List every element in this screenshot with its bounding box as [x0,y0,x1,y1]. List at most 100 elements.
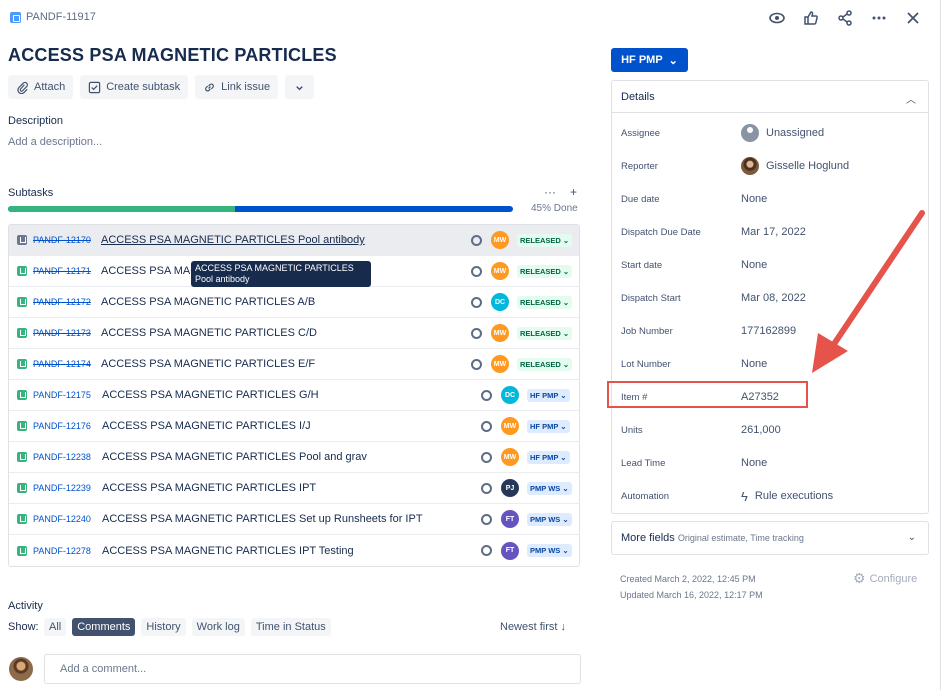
subtask-key[interactable]: PANDF-12240 [33,514,91,524]
field-label: Lot Number [621,358,671,370]
field-value[interactable]: Mar 17, 2022 [741,226,806,238]
status-lozenge[interactable]: RELEASED ⌄ [517,357,573,371]
table-row[interactable]: PANDF-12238 ACCESS PSA MAGNETIC PARTICLES… [9,442,579,473]
subtask-summary[interactable]: ACCESS PSA MAGNETIC PARTICLES IPT [102,482,316,494]
field-value[interactable]: Gisselle Hoglund [741,157,849,175]
more-icon[interactable] [869,8,889,28]
subtask-summary[interactable]: ACCESS PSA MAGNETIC PARTICLES C/D [101,327,317,339]
chevron-up-icon[interactable]: ︿ [906,91,916,106]
create-subtask-button[interactable]: Create subtask [80,75,189,99]
assignee-avatar[interactable]: DC [501,386,519,404]
subtask-summary[interactable]: ACCESS PSA MAGNETIC PARTICLES Pool antib… [101,234,365,246]
subtask-key[interactable]: PANDF-12172 [33,297,91,307]
status-lozenge[interactable]: RELEASED ⌄ [517,233,573,247]
status-lozenge[interactable]: RELEASED ⌄ [517,264,573,278]
subtask-summary[interactable]: ACCESS PSA MAGNETIC PARTICLES IPT Testin… [102,545,354,557]
description-input[interactable]: Add a description... [8,136,102,148]
status-lozenge[interactable]: PMP WS ⌄ [527,544,572,557]
table-row[interactable]: PANDF-12170 ACCESS PSA MAGNETIC PARTICLES… [9,225,579,256]
field-value[interactable]: ϟ Rule executions [741,489,833,504]
link-issue-button[interactable]: Link issue [195,75,279,99]
assignee-avatar[interactable]: DC [491,293,509,311]
watch-icon[interactable] [767,8,787,28]
issue-key-breadcrumb[interactable]: PANDF-11917 [10,11,96,23]
add-subtask-icon[interactable]: + [570,185,577,199]
field-lead-time: Lead Time None [621,453,921,473]
details-header[interactable]: Details ︿ [612,81,928,113]
status-lozenge[interactable]: RELEASED ⌄ [517,326,573,340]
configure-button[interactable]: ⚙ Configure [853,570,917,587]
subtask-summary[interactable]: ACCESS PSA MAGNETIC PARTICLES A/B [101,296,315,308]
edit-pencil-icon[interactable]: ✎ [341,235,349,246]
subtask-summary[interactable]: ACCESS PSA MAGNETIC PARTICLES Pool and g… [102,451,367,463]
page-title[interactable]: ACCESS PSA MAGNETIC PARTICLES [8,45,337,66]
subtask-key[interactable]: PANDF-12176 [33,421,91,431]
assignee-avatar[interactable]: MW [491,262,509,280]
assignee-avatar[interactable]: PJ [501,479,519,497]
assignee-avatar[interactable]: MW [491,231,509,249]
table-row[interactable]: PANDF-12174 ACCESS PSA MAGNETIC PARTICLES… [9,349,579,380]
tab-history[interactable]: History [141,618,186,636]
field-value[interactable]: None [741,358,767,370]
sort-order-button[interactable]: Newest first ↓ [500,621,566,633]
subtask-summary[interactable]: ACCESS PSA MAGNETIC PARTICLES Set up Run… [102,513,423,525]
subtask-summary[interactable]: ACCESS PSA MAGNETIC PARTICLES I/J [102,420,311,432]
table-row[interactable]: PANDF-12278 ACCESS PSA MAGNETIC PARTICLES… [9,535,579,566]
subtask-summary[interactable]: ACCESS PSA MAGNETIC PARTICLES G/H [102,389,319,401]
assignee-avatar[interactable]: MW [491,355,509,373]
attach-button[interactable]: Attach [8,75,74,99]
close-icon[interactable] [903,8,923,28]
subtasks-label: Subtasks [8,187,54,199]
subtask-key[interactable]: PANDF-12173 [33,328,91,338]
assignee-avatar[interactable]: FT [501,541,519,560]
status-lozenge[interactable]: RELEASED ⌄ [517,295,573,309]
status-dropdown-button[interactable]: HF PMP ⌄ [611,48,688,72]
assignee-avatar[interactable]: MW [491,324,509,342]
field-value[interactable]: Unassigned [741,124,824,142]
subtask-summary[interactable]: ACCESS PSA MAGNETIC PARTICLES E/F [101,358,315,370]
status-lozenge[interactable]: HF PMP ⌄ [527,419,570,433]
table-row[interactable]: PANDF-12172 ACCESS PSA MAGNETIC PARTICLES… [9,287,579,318]
more-fields-section[interactable]: More fields Original estimate, Time trac… [611,521,929,555]
assignee-avatar[interactable]: FT [501,510,519,528]
subtask-key[interactable]: PANDF-12174 [33,359,91,369]
subtask-key[interactable]: PANDF-12171 [33,266,91,276]
field-value[interactable]: None [741,457,767,469]
field-value[interactable]: None [741,193,767,205]
status-lozenge[interactable]: PMP WS ⌄ [527,512,572,526]
tab-comments[interactable]: Comments [72,618,136,636]
subtask-key[interactable]: PANDF-12278 [33,546,91,556]
subtask-key[interactable]: PANDF-12170 [33,235,91,245]
subtask-key[interactable]: PANDF-12238 [33,452,91,462]
table-row[interactable]: PANDF-12240 ACCESS PSA MAGNETIC PARTICLES… [9,504,579,535]
tab-all[interactable]: All [44,618,67,636]
issue-key[interactable]: PANDF-11917 [26,11,96,23]
assignee-avatar[interactable]: MW [501,417,519,435]
table-row[interactable]: PANDF-12175 ACCESS PSA MAGNETIC PARTICLES… [9,380,579,411]
field-value[interactable]: None [741,259,767,271]
field-value[interactable]: 177162899 [741,325,796,337]
chevron-down-icon: ⌄ [907,532,916,543]
status-lozenge[interactable]: PMP WS ⌄ [527,481,572,495]
assignee-avatar[interactable]: MW [501,448,519,466]
field-value[interactable]: 261,000 [741,424,781,436]
subtask-more-icon[interactable]: ··· [544,185,556,199]
subtask-type-icon [17,483,27,493]
field-value[interactable]: Mar 08, 2022 [741,292,806,304]
tab-time-in-status[interactable]: Time in Status [250,618,331,636]
tab-work-log[interactable]: Work log [191,618,245,636]
priority-icon [481,545,492,556]
status-lozenge[interactable]: HF PMP ⌄ [527,388,570,402]
status-lozenge[interactable]: HF PMP ⌄ [527,450,570,464]
status-text: PMP WS [530,483,561,493]
subtask-key[interactable]: PANDF-12175 [33,390,91,400]
subtask-key[interactable]: PANDF-12239 [33,483,91,493]
toolbar-more-dropdown[interactable] [285,75,315,99]
more-fields-hint: Original estimate, Time tracking [677,533,804,543]
comment-input[interactable]: Add a comment... [44,654,581,684]
like-icon[interactable] [801,8,821,28]
table-row[interactable]: PANDF-12176 ACCESS PSA MAGNETIC PARTICLES… [9,411,579,442]
table-row[interactable]: PANDF-12173 ACCESS PSA MAGNETIC PARTICLES… [9,318,579,349]
share-icon[interactable] [835,8,855,28]
table-row[interactable]: PANDF-12239 ACCESS PSA MAGNETIC PARTICLES… [9,473,579,504]
